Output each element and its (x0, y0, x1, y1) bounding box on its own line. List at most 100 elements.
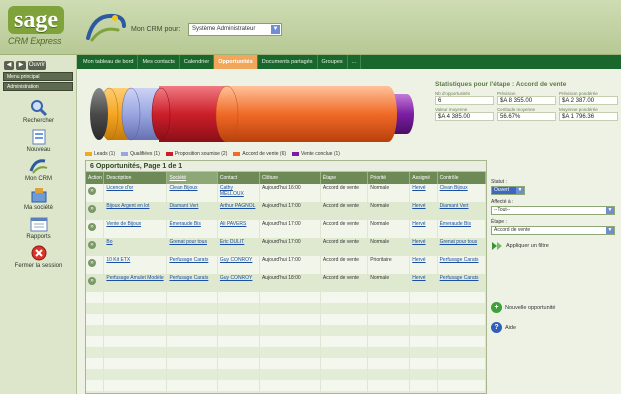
empty-cell (217, 292, 260, 303)
open-button[interactable]: Ouvrir (28, 61, 46, 70)
new-opportunity-label: Nouvelle opportunité (505, 304, 556, 311)
sidebar: ◀ ▶ Ouvrir Menu principal Administration… (0, 55, 77, 394)
opportunity-description-link[interactable]: Licence d'or (103, 184, 168, 202)
opportunity-description-link[interactable]: Bijoux Argent en lot (103, 202, 168, 220)
stat-count: Nb d'opportunités 6 (435, 91, 494, 105)
help-button[interactable]: ? Aide (491, 322, 615, 333)
controlled-link[interactable]: Clean Bijoux (437, 184, 486, 202)
column-header-closing[interactable]: Clôture (259, 172, 321, 184)
assigned-filter-select[interactable]: --Tout-- ▼ (491, 206, 615, 215)
column-header-company[interactable]: Société (166, 172, 218, 184)
tab-more[interactable]: ... (348, 55, 362, 69)
assigned-link[interactable]: Hervé (409, 220, 438, 238)
contact-link[interactable]: Guy CONROY (217, 256, 260, 274)
tab-opportunities[interactable]: Opportunités (214, 55, 258, 69)
empty-cell (86, 314, 105, 325)
column-header-assigned[interactable]: Assigné (409, 172, 438, 184)
assigned-link[interactable]: Hervé (409, 202, 438, 220)
controlled-link[interactable]: Perfusage Carats (437, 274, 486, 292)
table-row[interactable]: » Vente de Bijoux Émeraude Bis Ali PAVER… (86, 220, 486, 238)
contact-link[interactable]: Ali PAVERS (217, 220, 260, 238)
pipeline-funnel[interactable] (85, 80, 415, 148)
sidebar-item-company[interactable]: Ma société (0, 186, 77, 211)
column-header-controlled[interactable]: Contrôle (437, 172, 486, 184)
table-row[interactable]: » Perfusage Amulet Modèle Perfusage Cara… (86, 274, 486, 292)
legend-item[interactable]: Accord de vente (6) (233, 151, 286, 157)
empty-table-row (86, 325, 486, 336)
opportunity-description-link[interactable]: 10 Kit ETX (103, 256, 168, 274)
opportunity-description-link[interactable]: Perfusage Amulet Modèle (103, 274, 168, 292)
stage-filter-select[interactable]: Accord de vente ▼ (491, 226, 615, 235)
legend-item[interactable]: Vente conclue (1) (292, 151, 340, 157)
sidebar-item-label: Fermer la session (14, 263, 63, 269)
assigned-link[interactable]: Hervé (409, 238, 438, 256)
company-link[interactable]: Clean Bijoux (166, 184, 218, 202)
tab-calendar[interactable]: Calendrier (180, 55, 215, 69)
empty-cell (166, 314, 218, 325)
profile-select[interactable]: Système Administrateur ▼ (188, 23, 282, 36)
sidebar-item-label: Mon CRM (24, 176, 52, 182)
assigned-link[interactable]: Hervé (409, 274, 438, 292)
contact-link[interactable]: Guy CONROY (217, 274, 260, 292)
view-row-icon[interactable]: » (88, 205, 96, 213)
main-menu-dropdown[interactable]: Menu principal (3, 72, 73, 81)
empty-cell (103, 380, 168, 391)
tab-contacts[interactable]: Mes contacts (138, 55, 180, 69)
opportunity-description-link[interactable]: Bo (103, 238, 168, 256)
contact-link[interactable]: Cathy MELLOUX (217, 184, 260, 202)
sidebar-item-my-crm[interactable]: Mon CRM (0, 157, 77, 182)
table-row[interactable]: » Licence d'or Clean Bijoux Cathy MELLOU… (86, 184, 486, 202)
legend-item[interactable]: Leads (1) (85, 151, 115, 157)
column-header-priority[interactable]: Priorité (367, 172, 411, 184)
sidebar-item-close-session[interactable]: Fermer la session (0, 244, 77, 269)
tab-dashboard[interactable]: Mon tableau de bord (79, 55, 139, 69)
company-link[interactable]: Grenat pour tous (166, 238, 218, 256)
assigned-link[interactable]: Hervé (409, 184, 438, 202)
assigned-link[interactable]: Hervé (409, 256, 438, 274)
column-header-action[interactable]: Action (86, 172, 105, 184)
tab-shared-documents[interactable]: Documents partagés (258, 55, 318, 69)
close-session-icon (29, 244, 49, 262)
empty-cell (437, 303, 486, 314)
administration-dropdown[interactable]: Administration (3, 82, 73, 91)
company-link[interactable]: Perfusage Carats (166, 256, 218, 274)
apply-filter-button[interactable]: Appliquer un filtre (491, 241, 615, 251)
view-row-icon[interactable]: » (88, 241, 96, 249)
company-link[interactable]: Émeraude Bis (166, 220, 218, 238)
back-button[interactable]: ◀ (4, 61, 14, 70)
company-link[interactable]: Diamant Vert (166, 202, 218, 220)
column-header-contact[interactable]: Contact (217, 172, 260, 184)
sidebar-item-reports[interactable]: Rapports (0, 215, 77, 240)
controlled-link[interactable]: Perfusage Carats (437, 256, 486, 274)
opportunity-description-link[interactable]: Vente de Bijoux (103, 220, 168, 238)
status-filter-select[interactable]: Ouvert ▼ (491, 186, 525, 195)
view-row-icon[interactable]: » (88, 223, 96, 231)
legend-item[interactable]: Qualifiées (1) (121, 151, 160, 157)
controlled-link[interactable]: Émeraude Bis (437, 220, 486, 238)
new-opportunity-button[interactable]: + Nouvelle opportunité (491, 302, 615, 313)
view-row-icon[interactable]: » (88, 187, 96, 195)
stat-average-value: Valeur moyenne $A 4 385.00 (435, 107, 494, 121)
table-row[interactable]: » Bijoux Argent en lot Diamant Vert Arth… (86, 202, 486, 220)
empty-cell (166, 303, 218, 314)
empty-cell (320, 380, 369, 391)
main-content: Leads (1) Qualifiées (1) Proposition sou… (77, 69, 621, 394)
column-header-description[interactable]: Description (103, 172, 168, 184)
empty-cell (103, 336, 168, 347)
contact-link[interactable]: Eric DULIT (217, 238, 260, 256)
view-row-icon[interactable]: » (88, 277, 96, 285)
contact-link[interactable]: Arthur PAGNOL (217, 202, 260, 220)
legend-item[interactable]: Proposition soumise (2) (165, 151, 227, 157)
column-header-stage[interactable]: Étape (320, 172, 369, 184)
view-row-icon[interactable]: » (88, 259, 96, 267)
tab-groups[interactable]: Groupes (318, 55, 348, 69)
table-row[interactable]: » Bo Grenat pour tous Eric DULIT Aujourd… (86, 238, 486, 256)
company-link[interactable]: Perfusage Carats (166, 274, 218, 292)
forward-button[interactable]: ▶ (16, 61, 26, 70)
controlled-link[interactable]: Grenat pour tous (437, 238, 486, 256)
sidebar-item-new[interactable]: Nouveau (0, 128, 77, 153)
controlled-link[interactable]: Diamant Vert (437, 202, 486, 220)
stat-value: 56.67% (497, 112, 556, 121)
sidebar-item-search[interactable]: Rechercher (0, 99, 77, 124)
table-row[interactable]: » 10 Kit ETX Perfusage Carats Guy CONROY… (86, 256, 486, 274)
